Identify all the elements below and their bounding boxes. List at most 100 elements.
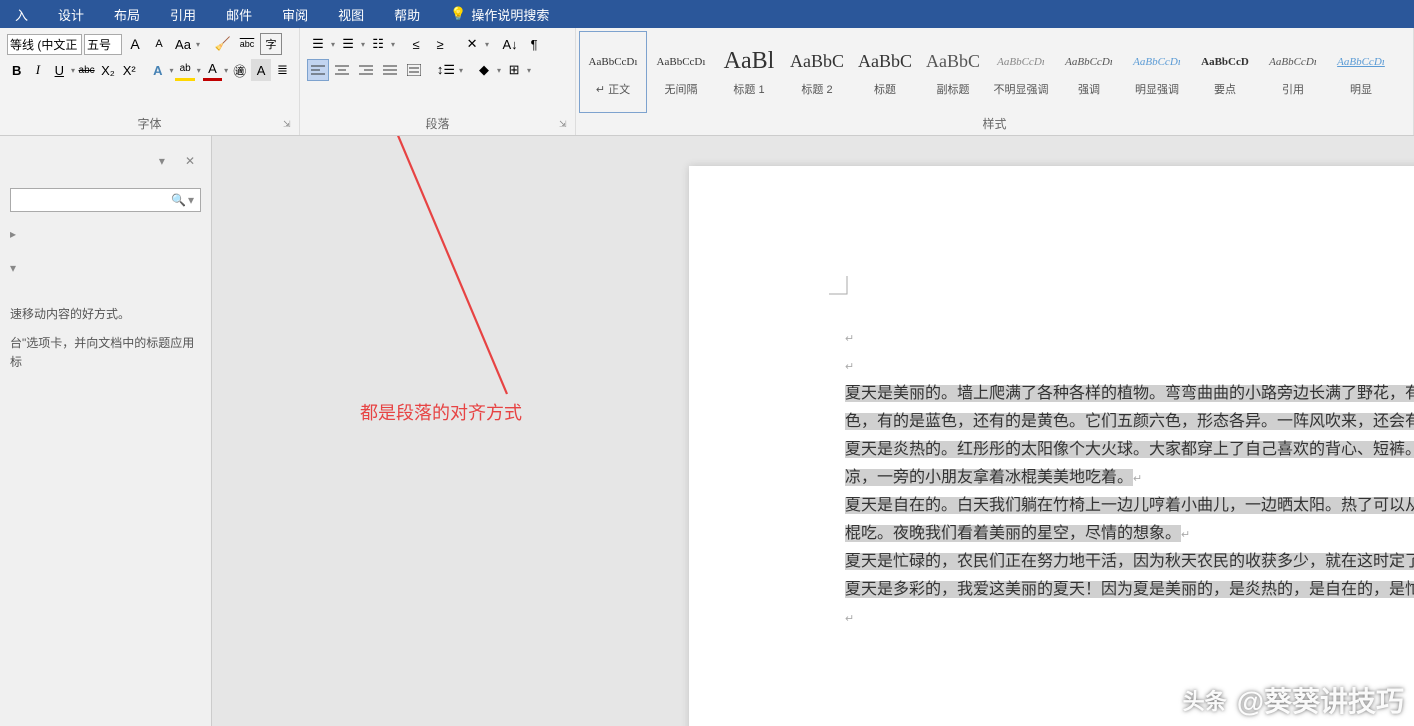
bullets-button[interactable]: ☰ — [307, 33, 329, 55]
enclose-char-button[interactable]: ㊜ — [230, 59, 249, 81]
nav-dropdown-icon[interactable]: ▾ — [159, 154, 165, 168]
styles-gallery[interactable]: AaBbCcDı↵ 正文AaBbCcDı无间隔AaBl标题 1AaBbC标题 2… — [579, 31, 1410, 113]
font-name-select[interactable] — [7, 34, 82, 55]
clear-formatting-button[interactable]: 🧹 — [212, 33, 234, 55]
shading-button[interactable]: ◆ — [473, 59, 495, 81]
paragraph-dialog-launcher[interactable]: ⇲ — [559, 119, 573, 133]
style-name: 标题 2 — [801, 81, 832, 97]
style-item-不明显强调[interactable]: AaBbCcDı 不明显强调 — [987, 31, 1055, 113]
subscript-button[interactable]: X₂ — [98, 59, 117, 81]
phonetic-guide-button[interactable]: abc — [236, 33, 258, 55]
chevron-down-icon: ▾ — [361, 40, 365, 49]
increase-indent-button[interactable]: ≥ — [429, 33, 451, 55]
style-name: 要点 — [1214, 81, 1236, 97]
menu-mailings[interactable]: 邮件 — [211, 5, 267, 24]
align-right-button[interactable] — [355, 59, 377, 81]
superscript-button[interactable]: X² — [120, 59, 139, 81]
style-item-副标题[interactable]: AaBbC副标题 — [919, 31, 987, 113]
strike-button[interactable]: abc — [77, 59, 96, 81]
menu-insert[interactable]: 入 — [0, 5, 43, 24]
style-name: 标题 — [874, 81, 896, 97]
italic-button[interactable]: I — [28, 59, 47, 81]
bold-button[interactable]: B — [7, 59, 26, 81]
style-name: 副标题 — [937, 81, 970, 97]
font-group-label: 字体 — [3, 115, 296, 135]
char-shading-button[interactable]: A — [251, 59, 270, 81]
page-content[interactable]: ↵ ↵ 夏天是美丽的。墙上爬满了各种各样的植物。弯弯曲曲的小路旁边长满了野花，有… — [845, 324, 1414, 632]
font-dialog-launcher[interactable]: ⇲ — [283, 119, 297, 133]
watermark-text: @葵葵讲技巧 — [1237, 680, 1404, 720]
align-justify-button[interactable] — [379, 59, 401, 81]
style-item-明显[interactable]: AaBbCcDı 明显 — [1327, 31, 1395, 113]
shrink-font-button[interactable]: A — [148, 33, 170, 55]
style-preview: AaBbC — [790, 48, 844, 76]
annotation-text: 都是段落的对齐方式 — [360, 399, 522, 425]
chevron-down-icon: ▾ — [331, 40, 335, 49]
highlight-button[interactable]: ab — [175, 59, 194, 81]
style-item-无间隔[interactable]: AaBbCcDı无间隔 — [647, 31, 715, 113]
nav-search-input[interactable]: 🔍 ▾ — [10, 188, 201, 212]
style-item-明显强调[interactable]: AaBbCcDı 明显强调 — [1123, 31, 1191, 113]
style-name: 不明显强调 — [994, 81, 1049, 97]
asian-sort-button[interactable]: ✕ — [461, 33, 483, 55]
document-area[interactable]: ↵ ↵ 夏天是美丽的。墙上爬满了各种各样的植物。弯弯曲曲的小路旁边长满了野花，有… — [212, 136, 1414, 726]
menu-layout[interactable]: 布局 — [99, 5, 155, 24]
nav-hint-line1: 速移动内容的好方式。 — [10, 305, 201, 324]
style-name: 明显强调 — [1135, 81, 1179, 97]
style-item-标题 2[interactable]: AaBbC 标题 2 — [783, 31, 851, 113]
line-spacing-button[interactable]: ↕☰ — [435, 59, 457, 81]
paragraph-4[interactable]: 夏天是忙碌的，农民们正在努力地干活，因为秋天农民的收获多少，就在这时定了下来。 — [845, 553, 1414, 570]
sort-button[interactable]: A↓ — [499, 33, 521, 55]
paragraph-5[interactable]: 夏天是多彩的，我爱这美丽的夏天！因为夏是美丽的，是炎热的，是自在的，是忙碌的！ — [845, 581, 1414, 598]
align-distribute-button[interactable] — [403, 59, 425, 81]
underline-button[interactable]: U — [50, 59, 69, 81]
decrease-indent-button[interactable]: ≤ — [405, 33, 427, 55]
text-effects-button[interactable]: A — [148, 59, 167, 81]
menu-design[interactable]: 设计 — [43, 5, 99, 24]
style-item-要点[interactable]: AaBbCcD要点 — [1191, 31, 1259, 113]
chevron-down-icon: ▾ — [197, 66, 201, 75]
menu-references[interactable]: 引用 — [155, 5, 211, 24]
menu-view[interactable]: 视图 — [323, 5, 379, 24]
font-color-button[interactable]: A — [203, 59, 222, 81]
menu-help[interactable]: 帮助 — [379, 5, 435, 24]
borders-button[interactable]: ⊞ — [503, 59, 525, 81]
style-name: 引用 — [1282, 81, 1304, 97]
style-item-引用[interactable]: AaBbCcDı引用 — [1259, 31, 1327, 113]
tell-me-label: 操作说明搜索 — [471, 5, 549, 24]
watermark-prefix: 头条 — [1179, 684, 1231, 716]
nav-close-icon[interactable]: ✕ — [185, 154, 195, 168]
menu-review[interactable]: 审阅 — [267, 5, 323, 24]
style-item-强调[interactable]: AaBbCcDı强调 — [1055, 31, 1123, 113]
style-preview: AaBbCcDı — [1065, 48, 1113, 76]
align-center-button[interactable] — [331, 59, 353, 81]
style-preview: AaBbCcDı — [1337, 48, 1385, 76]
nav-hint-line2: 台"选项卡，并向文档中的标题应用标 — [10, 334, 201, 372]
chevron-down-icon: ▾ — [459, 66, 463, 75]
paragraph-2[interactable]: 夏天是炎热的。红彤彤的太阳像个大火球。大家都穿上了自己喜欢的背心、短裤。许多大人… — [845, 441, 1414, 486]
paragraph-3[interactable]: 夏天是自在的。白天我们躺在竹椅上一边儿哼着小曲儿，一边晒太阳。热了可以从冰箱里拿… — [845, 497, 1414, 542]
change-case-button[interactable]: Aa — [172, 33, 194, 55]
char-border-button[interactable]: 字 — [260, 33, 282, 55]
style-preview: AaBl — [724, 48, 775, 76]
style-item-标题 1[interactable]: AaBl标题 1 — [715, 31, 783, 113]
ribbon-group-font: A A Aa ▾ 🧹 abc 字 B I U ▾ abc X₂ X² A ▾ — [0, 28, 300, 135]
grow-font-button[interactable]: A — [124, 33, 146, 55]
ribbon: A A Aa ▾ 🧹 abc 字 B I U ▾ abc X₂ X² A ▾ — [0, 28, 1414, 136]
style-preview: AaBbC — [858, 48, 912, 76]
paragraph-1[interactable]: 夏天是美丽的。墙上爬满了各种各样的植物。弯弯曲曲的小路旁边长满了野花，有的是紫色… — [845, 385, 1414, 430]
style-item-标题[interactable]: AaBbC 标题 — [851, 31, 919, 113]
show-marks-button[interactable]: ¶ — [523, 33, 545, 55]
paragraph-group-label: 段落 — [303, 115, 572, 135]
menubar: 入 设计 布局 引用 邮件 审阅 视图 帮助 💡 操作说明搜索 — [0, 0, 1414, 28]
asian-layout-button[interactable]: ≣ — [273, 59, 292, 81]
font-size-select[interactable] — [84, 34, 122, 55]
align-left-button[interactable] — [307, 59, 329, 81]
numbering-button[interactable]: ☰ — [337, 33, 359, 55]
tell-me-search[interactable]: 💡 操作说明搜索 — [435, 5, 549, 24]
style-preview: AaBbCcDı — [997, 48, 1045, 76]
multilevel-list-button[interactable]: ☷ — [367, 33, 389, 55]
style-item-正文[interactable]: AaBbCcDı↵ 正文 — [579, 31, 647, 113]
style-preview: AaBbCcDı — [1133, 48, 1181, 76]
style-name: 明显 — [1350, 81, 1372, 97]
